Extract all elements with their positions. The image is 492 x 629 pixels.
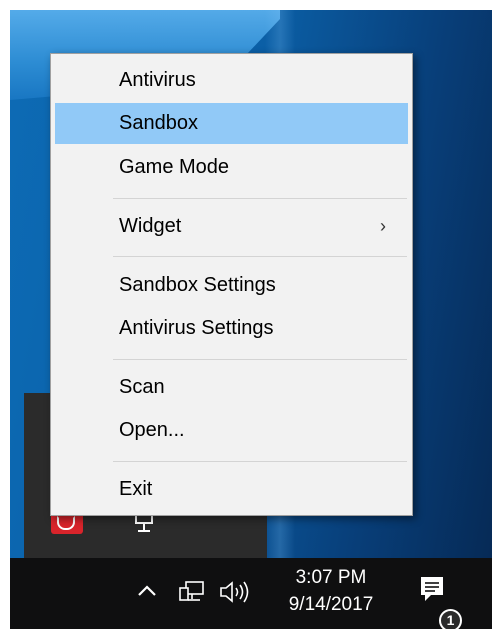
menu-item-open[interactable]: Open... — [55, 410, 408, 451]
clock-date: 9/14/2017 — [288, 594, 374, 615]
menu-item-antivirus[interactable]: Antivirus — [55, 60, 408, 101]
menu-item-label: Game Mode — [119, 156, 230, 178]
volume-icon[interactable] — [218, 579, 252, 605]
screen: Antivirus Sandbox Game Mode Widget › San… — [0, 0, 492, 629]
network-icon[interactable] — [178, 579, 206, 605]
menu-item-label: Antivirus — [119, 69, 196, 91]
menu-item-label: Sandbox Settings — [119, 274, 276, 296]
context-menu: Antivirus Sandbox Game Mode Widget › San… — [50, 53, 413, 516]
menu-item-scan[interactable]: Scan — [55, 367, 408, 408]
menu-item-label: Exit — [119, 478, 153, 500]
show-hidden-icons-chevron-icon[interactable] — [136, 580, 158, 602]
taskbar: 3:07 PM 9/14/2017 — [10, 558, 492, 629]
menu-item-game-mode[interactable]: Game Mode — [55, 147, 408, 188]
menu-item-label: Widget — [119, 215, 182, 237]
chevron-right-icon: › — [380, 216, 386, 236]
menu-separator — [113, 198, 407, 199]
menu-item-label: Scan — [119, 376, 165, 398]
menu-item-exit[interactable]: Exit — [55, 469, 408, 510]
clock-time: 3:07 PM — [295, 567, 367, 588]
action-center-icon[interactable] — [417, 574, 447, 606]
menu-item-sandbox[interactable]: Sandbox — [55, 103, 408, 144]
menu-separator — [113, 359, 407, 360]
notification-count-badge: 1 — [439, 609, 462, 629]
menu-item-sandbox-settings[interactable]: Sandbox Settings — [55, 265, 408, 306]
clock[interactable]: 3:07 PM 9/14/2017 — [271, 558, 391, 629]
menu-item-antivirus-settings[interactable]: Antivirus Settings — [55, 308, 408, 349]
menu-item-label: Sandbox — [119, 112, 198, 134]
menu-item-label: Open... — [119, 419, 185, 441]
menu-separator — [113, 256, 407, 257]
menu-separator — [113, 461, 407, 462]
menu-item-widget[interactable]: Widget › — [55, 206, 408, 247]
menu-item-label: Antivirus Settings — [119, 317, 274, 339]
